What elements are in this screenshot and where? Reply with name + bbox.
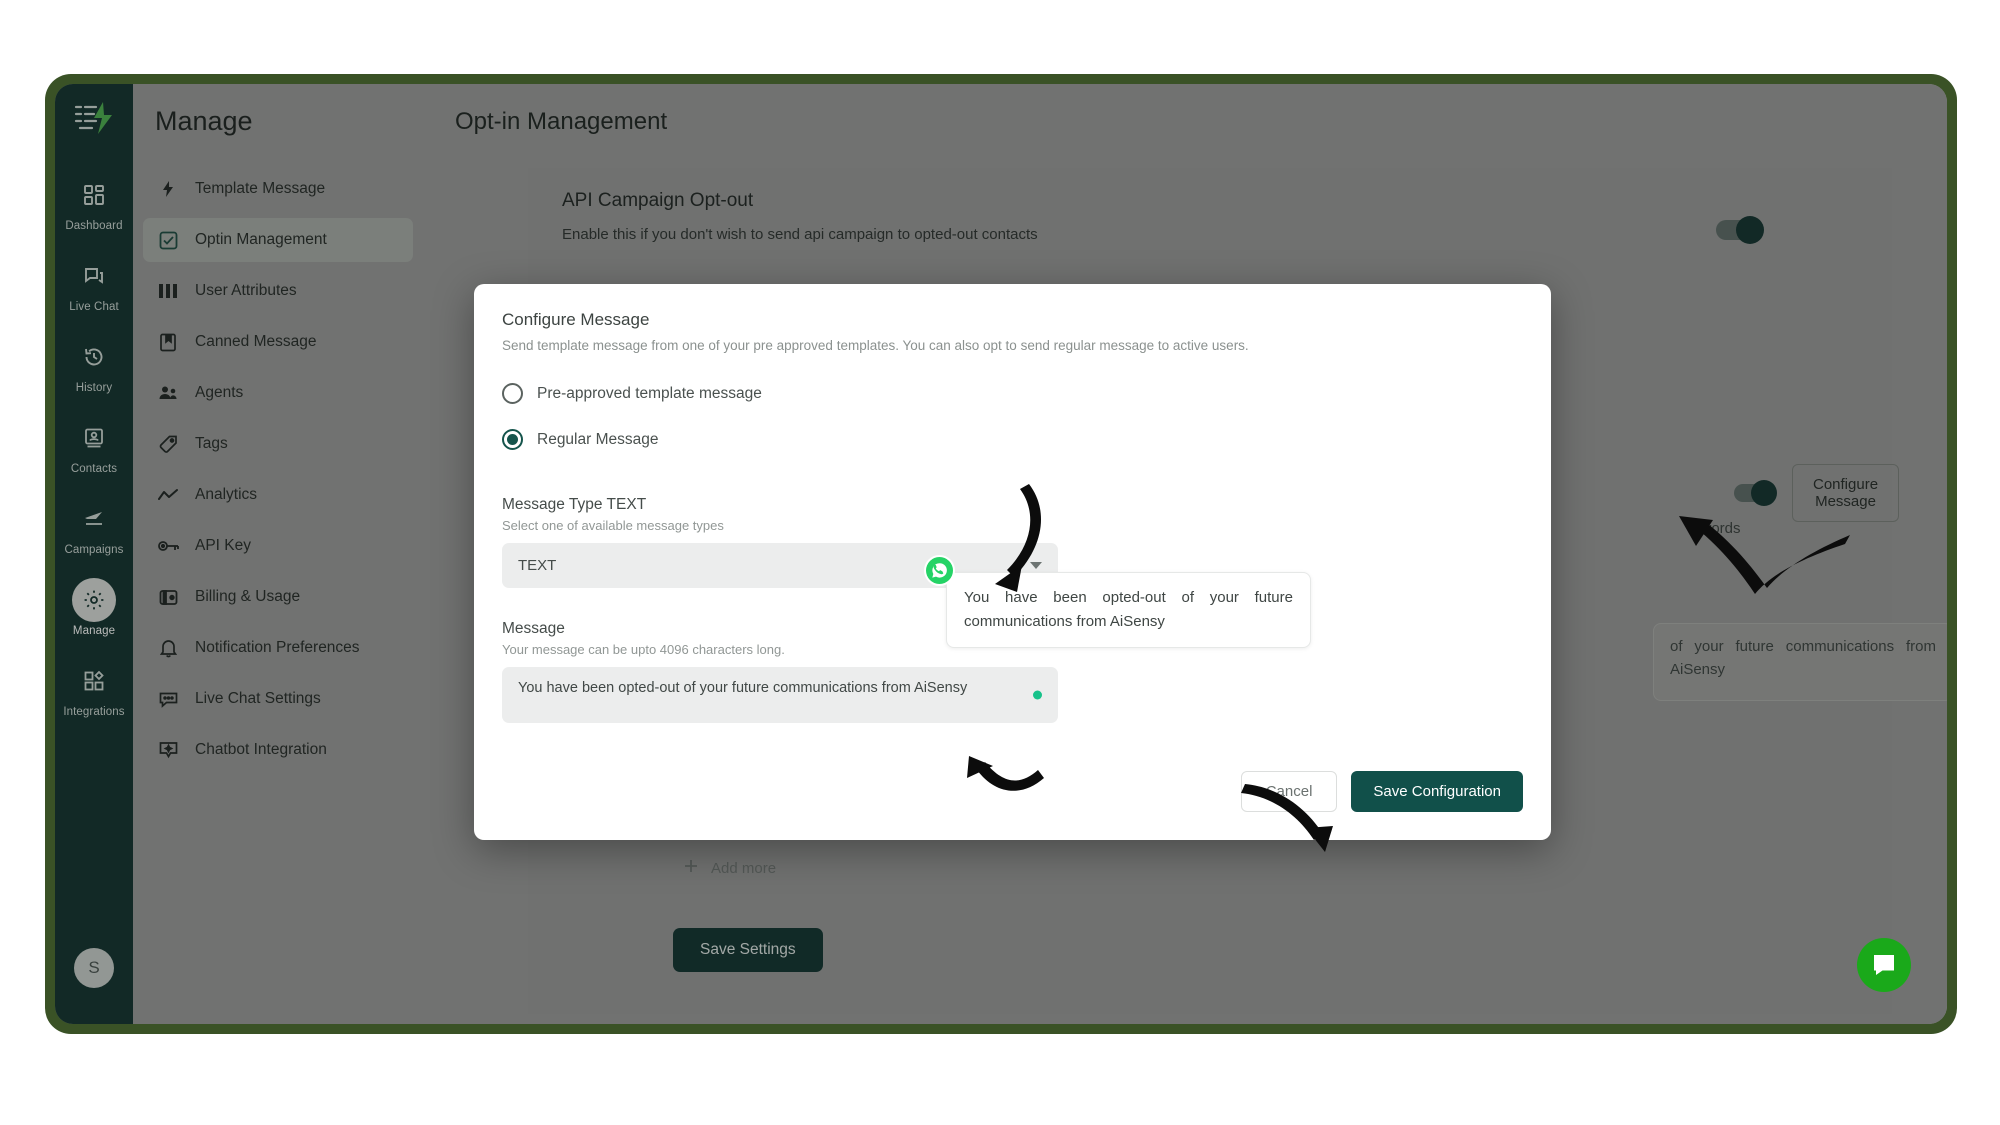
message-type-value: TEXT	[518, 557, 557, 574]
save-configuration-button[interactable]: Save Configuration	[1351, 771, 1523, 812]
whatsapp-preview-text: You have been opted-out of your future c…	[946, 572, 1311, 648]
whatsapp-icon	[926, 557, 953, 584]
cancel-button[interactable]: Cancel	[1240, 771, 1338, 812]
whatsapp-preview: You have been opted-out of your future c…	[926, 557, 1311, 648]
message-type-hint: Select one of available message types	[502, 518, 724, 533]
modal-subtitle: Send template message from one of your p…	[502, 338, 1249, 353]
message-type-label: Message Type TEXT	[502, 496, 647, 513]
radio-icon	[502, 429, 523, 450]
radio-label: Regular Message	[537, 430, 659, 448]
radio-pre-approved-template-message[interactable]: Pre-approved template message	[502, 383, 1523, 404]
message-value: You have been opted-out of your future c…	[518, 680, 968, 696]
modal-footer: Cancel Save Configuration	[1240, 771, 1523, 812]
status-dot-icon	[1033, 690, 1042, 700]
app-screen: Dashboard Live Chat History Contacts Cam…	[55, 84, 1947, 1024]
message-input[interactable]: You have been opted-out of your future c…	[502, 667, 1058, 723]
radio-regular-message[interactable]: Regular Message	[502, 429, 1523, 450]
configure-message-modal: Configure Message Send template message …	[474, 284, 1551, 840]
device-frame: Dashboard Live Chat History Contacts Cam…	[45, 74, 1957, 1034]
radio-icon	[502, 383, 523, 404]
radio-label: Pre-approved template message	[537, 384, 762, 402]
modal-title: Configure Message	[502, 310, 650, 329]
chevron-down-icon	[1030, 562, 1042, 569]
intercom-chat-icon[interactable]	[1857, 938, 1911, 992]
